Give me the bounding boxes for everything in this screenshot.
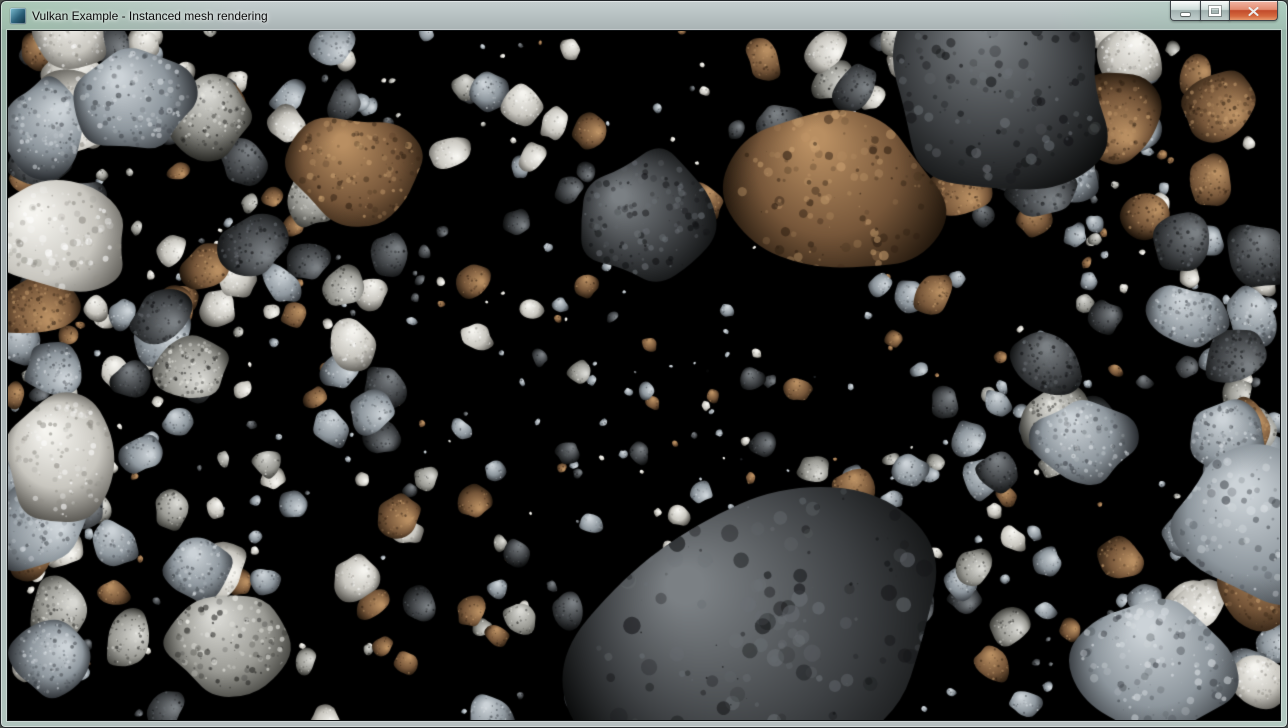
window-controls [1170, 1, 1278, 20]
window: Vulkan Example - Instanced mesh renderin… [0, 0, 1288, 728]
window-title: Vulkan Example - Instanced mesh renderin… [32, 9, 268, 23]
close-button[interactable] [1229, 1, 1278, 21]
render-viewport[interactable] [8, 31, 1280, 720]
minimize-icon [1181, 13, 1190, 16]
app-icon[interactable] [10, 8, 26, 24]
maximize-button[interactable] [1200, 1, 1230, 21]
maximize-icon [1209, 6, 1221, 16]
minimize-button[interactable] [1170, 1, 1201, 21]
close-icon [1248, 7, 1259, 16]
client-area [7, 30, 1281, 721]
window-titlebar[interactable]: Vulkan Example - Instanced mesh renderin… [1, 1, 1287, 30]
